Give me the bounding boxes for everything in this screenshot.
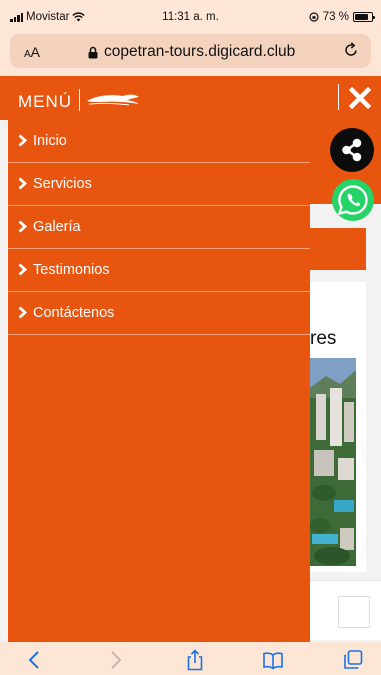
text-size-button[interactable]: AA: [24, 44, 40, 60]
back-icon[interactable]: [24, 649, 46, 671]
hotel-photo: [310, 358, 356, 566]
tabs-icon[interactable]: [342, 649, 364, 671]
menu-item-label: Inicio: [33, 133, 67, 149]
address-bar[interactable]: AA copetran-tours.digicard.club: [10, 34, 371, 68]
browser-toolbar: [0, 642, 381, 675]
divider: [79, 89, 80, 111]
menu-item-testimonios[interactable]: Testimonios: [8, 249, 310, 292]
chevron-right-icon: [18, 177, 27, 190]
browser-chrome: AA copetran-tours.digicard.club: [0, 30, 381, 76]
menu-item-label: Contáctenos: [33, 305, 115, 321]
lock-icon: [88, 46, 98, 58]
menu-item-label: Galería: [33, 219, 81, 235]
close-icon[interactable]: [347, 85, 373, 111]
orientation-lock-icon: [309, 12, 319, 22]
reload-icon[interactable]: [343, 42, 359, 58]
status-bar: Movistar 11:31 a. m. 73 %: [0, 0, 381, 30]
page-heading: res: [310, 328, 337, 349]
share-icon: [342, 138, 362, 162]
menu-title: MENÚ: [18, 92, 73, 111]
url-text: copetran-tours.digicard.club: [104, 43, 296, 60]
logo-icon: [87, 94, 139, 106]
bookmarks-icon[interactable]: [262, 649, 284, 671]
battery-icon: [353, 12, 375, 22]
menu-header: MENÚ: [0, 76, 381, 120]
divider: [338, 84, 339, 110]
side-menu: Inicio Servicios Galería Testimonios Con…: [8, 120, 310, 642]
battery-percent: 73 %: [322, 11, 349, 23]
chevron-right-icon: [18, 263, 27, 276]
page-button[interactable]: [310, 228, 366, 270]
menu-item-label: Testimonios: [33, 262, 110, 278]
menu-item-servicios[interactable]: Servicios: [8, 163, 310, 206]
forward-icon[interactable]: [104, 649, 126, 671]
chevron-right-icon: [18, 220, 27, 233]
chevron-right-icon: [18, 134, 27, 147]
chevron-right-icon: [18, 306, 27, 319]
menu-item-contactenos[interactable]: Contáctenos: [8, 292, 310, 335]
whatsapp-icon[interactable]: [331, 178, 375, 222]
menu-item-inicio[interactable]: Inicio: [8, 120, 310, 163]
menu-item-label: Servicios: [33, 176, 92, 192]
page-checkbox[interactable]: [338, 596, 370, 628]
share-icon[interactable]: [184, 649, 206, 671]
share-fab[interactable]: [330, 128, 374, 172]
menu-item-galeria[interactable]: Galería: [8, 206, 310, 249]
